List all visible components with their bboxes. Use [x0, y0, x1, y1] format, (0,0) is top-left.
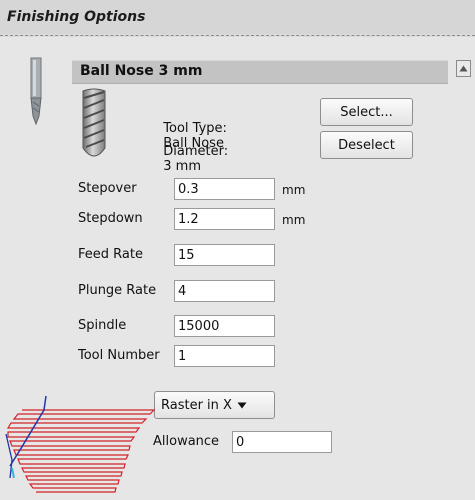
tool-number-label: Tool Number [78, 348, 160, 363]
diameter-row: Diameter: 3 mm [155, 129, 228, 174]
feed-rate-input[interactable] [174, 244, 275, 266]
strategy-selected: Raster in X [161, 397, 232, 413]
tool-number-input[interactable] [174, 345, 275, 367]
diameter-label: Diameter: [163, 144, 229, 159]
stepover-unit: mm [282, 183, 306, 197]
stepover-input[interactable] [174, 178, 275, 200]
stepdown-label: Stepdown [78, 211, 143, 226]
stepdown-input[interactable] [174, 208, 275, 230]
raster-toolpath-icon [5, 395, 156, 493]
pencil-icon [30, 57, 42, 126]
strategy-dropdown[interactable]: Raster in X [154, 391, 275, 419]
end-mill-icon [82, 88, 106, 157]
scroll-up-button[interactable] [456, 60, 471, 77]
allowance-input[interactable] [232, 431, 332, 453]
header-divider [0, 35, 475, 36]
scroll-up-icon [459, 65, 468, 72]
panel-title: Finishing Options [7, 9, 146, 25]
chevron-down-icon [237, 402, 247, 408]
tool-name: Ball Nose 3 mm [80, 63, 203, 79]
spindle-input[interactable] [174, 315, 275, 337]
panel-header: Finishing Options [0, 0, 475, 36]
stepover-label: Stepover [78, 181, 137, 196]
plunge-rate-label: Plunge Rate [78, 283, 157, 298]
allowance-label: Allowance [153, 434, 220, 449]
tool-name-bar: Ball Nose 3 mm [72, 60, 448, 84]
diameter-value: 3 mm [163, 159, 201, 174]
select-tool-button[interactable]: Select... [320, 98, 413, 126]
plunge-rate-input[interactable] [174, 280, 275, 302]
spindle-label: Spindle [78, 318, 127, 333]
deselect-tool-button[interactable]: Deselect [320, 131, 413, 159]
feed-rate-label: Feed Rate [78, 247, 143, 262]
stepdown-unit: mm [282, 213, 306, 227]
